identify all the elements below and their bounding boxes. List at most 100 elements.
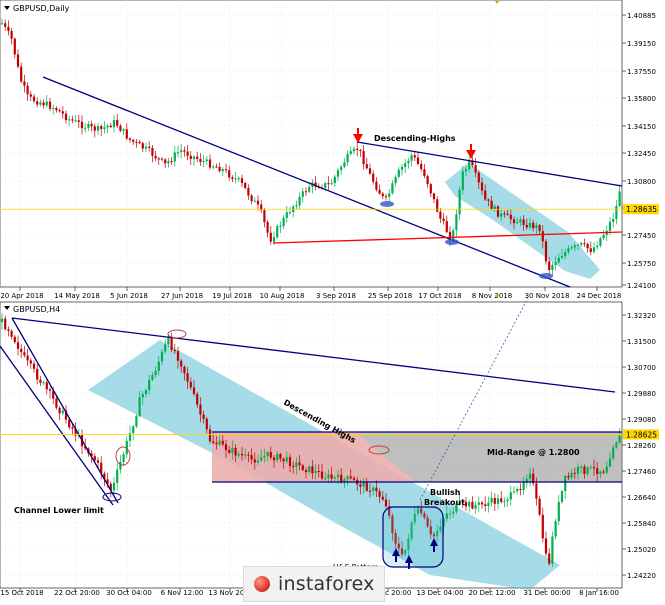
x-tick-label: 24 Dec 2018 xyxy=(577,292,622,300)
candle-body xyxy=(496,498,500,504)
candle-body xyxy=(493,206,496,210)
x-tick-label: 13 Dec 04:00 xyxy=(416,589,463,597)
candle-body xyxy=(567,475,570,478)
candle-body xyxy=(16,342,20,349)
x-tick-label: 20 Apr 2018 xyxy=(0,292,43,300)
candle-body xyxy=(445,221,448,232)
candle-body xyxy=(29,94,32,97)
candle-body xyxy=(583,466,586,474)
candle-body xyxy=(580,466,583,468)
candle-body xyxy=(276,226,279,238)
candle-body xyxy=(36,101,39,105)
candle-body xyxy=(528,473,532,479)
candle-body xyxy=(573,472,576,474)
candle-body xyxy=(400,166,404,170)
candle-body xyxy=(151,147,154,156)
candle-body xyxy=(61,111,64,114)
candle-body xyxy=(548,553,551,564)
instaforex-logo: instaforex xyxy=(243,566,385,602)
h4-annotation-breakout: Breakout xyxy=(424,498,465,507)
candle-body xyxy=(106,125,109,128)
candle-body xyxy=(599,238,602,246)
pivot-mark-icon xyxy=(380,201,394,207)
candle-body xyxy=(151,375,154,380)
candle-body xyxy=(442,218,445,222)
y-tick-label: 1.27460 xyxy=(627,468,656,476)
candle-body xyxy=(500,498,503,502)
candle-body xyxy=(96,126,100,131)
candle-body xyxy=(304,470,308,473)
candle-body xyxy=(615,205,618,220)
candle-body xyxy=(615,442,618,448)
candle-body xyxy=(407,160,410,164)
candle-body xyxy=(391,183,394,194)
candle-body xyxy=(346,476,349,480)
candle-body xyxy=(464,169,468,172)
candle-body xyxy=(218,166,221,172)
candle-body xyxy=(132,139,135,142)
candle-body xyxy=(365,164,368,169)
candle-body xyxy=(135,141,138,143)
candle-body xyxy=(170,161,173,163)
candle-body xyxy=(359,484,362,487)
y-tick-label: 1.32320 xyxy=(627,312,656,320)
candle-body xyxy=(288,212,292,214)
candle-body xyxy=(237,454,240,456)
candle-body xyxy=(509,214,512,220)
candle-body xyxy=(234,447,237,456)
candle-body xyxy=(221,440,224,445)
x-tick-label: 14 May 2018 xyxy=(54,292,100,300)
candle-body xyxy=(480,502,484,505)
candle-body xyxy=(327,183,330,185)
candle-body xyxy=(618,191,621,206)
candle-body xyxy=(205,159,208,162)
candle-body xyxy=(298,462,301,466)
candle-body xyxy=(276,453,279,461)
candle-body xyxy=(157,158,160,160)
candle-body xyxy=(541,231,544,242)
candle-body xyxy=(487,199,490,201)
h4-price-tag-label: 1.28625 xyxy=(626,430,657,439)
candle-body xyxy=(116,469,119,483)
candle-body xyxy=(263,210,266,223)
candle-body xyxy=(528,222,532,228)
candle-body xyxy=(541,514,544,539)
candle-body xyxy=(576,244,580,246)
candle-body xyxy=(148,379,151,391)
candle-body xyxy=(573,245,576,248)
candle-body xyxy=(26,355,29,361)
candle-body xyxy=(333,176,336,184)
candle-body xyxy=(519,219,522,223)
candle-body xyxy=(266,222,269,233)
candle-body xyxy=(160,158,164,160)
candle-body xyxy=(218,440,221,445)
candle-body xyxy=(109,125,112,128)
candle-body xyxy=(253,200,256,202)
candle-body xyxy=(544,538,548,554)
candle-body xyxy=(4,23,7,27)
candle-body xyxy=(247,188,250,196)
candle-body xyxy=(324,478,327,480)
x-tick-label: 10 Aug 2018 xyxy=(260,292,305,300)
h4-annotation-channel-lower-limit: Channel Lower limit xyxy=(14,506,104,515)
h4-annotation-mid-range: Mid-Range @ 1.2800 xyxy=(487,448,580,457)
candle-body xyxy=(183,150,186,152)
candle-body xyxy=(212,441,215,443)
candle-body xyxy=(608,221,612,231)
candle xyxy=(551,531,554,567)
candle-body xyxy=(288,457,292,467)
candle-body xyxy=(154,370,157,376)
candle-body xyxy=(372,173,375,182)
x-tick-label: 30 Nov 2018 xyxy=(525,292,570,300)
candle-body xyxy=(346,154,349,163)
candle-body xyxy=(55,398,58,408)
candle-body xyxy=(535,225,538,229)
candle-body xyxy=(516,222,519,224)
candle-body xyxy=(602,234,605,239)
candle-body xyxy=(196,156,199,159)
candle-body xyxy=(186,151,189,156)
candle-body xyxy=(228,449,231,453)
candle-body xyxy=(458,189,461,215)
candle-body xyxy=(122,454,125,462)
candle-body xyxy=(58,110,61,112)
